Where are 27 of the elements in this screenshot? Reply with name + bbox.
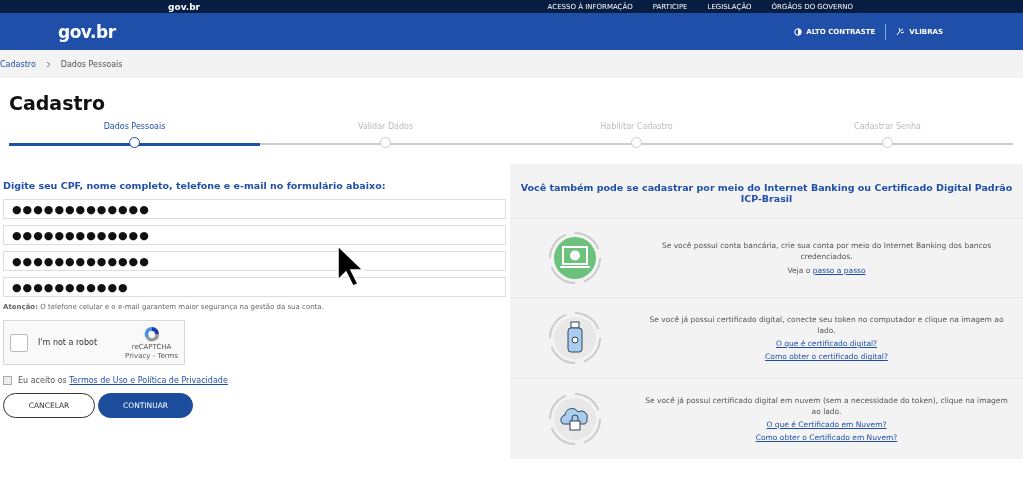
terms-checkbox[interactable] (3, 376, 12, 385)
input-field[interactable]: ●●●●●●●●●●●●● (3, 225, 506, 245)
step-label: Habilitar Cadastro (600, 122, 673, 131)
usb-token-icon[interactable] (548, 311, 602, 365)
breadcrumb-link[interactable]: Cadastro (0, 59, 36, 69)
page-title: Cadastro (9, 92, 106, 114)
terms-link[interactable]: Termos de Uso e Política de Privacidade (69, 376, 228, 385)
step-label: Dados Pessoais (103, 122, 166, 131)
captcha-label: I'm not a robot (38, 338, 98, 347)
cloud-lock-icon[interactable] (548, 392, 602, 446)
chevron-icon (45, 60, 51, 68)
govbr-logo[interactable]: gov.br (168, 0, 201, 13)
input-field[interactable]: ●●●●●●●●●●●●● (3, 251, 506, 271)
step-label: Cadastrar Senha (854, 122, 921, 131)
input-field[interactable]: ●●●●●●●●●●●●● (3, 199, 506, 219)
step-label: Validar Dados (357, 122, 414, 131)
step-marker[interactable] (129, 137, 140, 148)
govbr-logo[interactable]: gov.br (58, 21, 116, 42)
breadcrumb-current: Dados Pessoais (60, 59, 123, 69)
cursor-icon (336, 244, 366, 288)
section-heading: Você também pode se cadastrar por meio do Internet Banking ou Certificado Digital Padrão ICP-Brasil (519, 182, 1014, 204)
recaptcha-icon (142, 324, 161, 343)
contrast-icon (794, 27, 803, 36)
input-field[interactable]: ●●●●●●●●●●● (3, 277, 506, 297)
form-heading: Digite seu CPF, nome completo, telefone e e-mail no formulário abaixo: (3, 180, 387, 191)
terms-text: Eu aceito os Termos de Uso e Política de Privacidade (18, 376, 228, 385)
captcha-checkbox[interactable] (10, 333, 28, 352)
